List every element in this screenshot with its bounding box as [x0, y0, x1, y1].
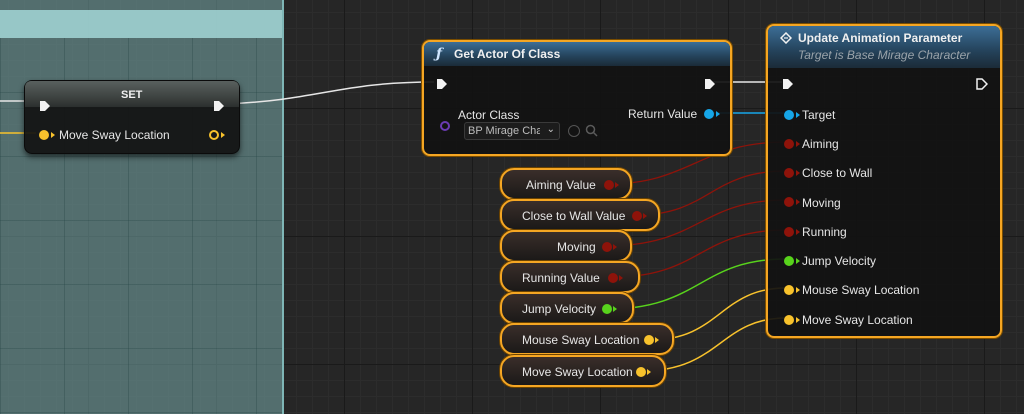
set-vector-in-arrow [51, 132, 55, 138]
var-running-value-label: Running Value [522, 271, 600, 285]
function-f-icon: ƒ [436, 46, 443, 62]
var-close-to-wall-value[interactable]: Close to Wall Value [500, 199, 660, 231]
pin-label-close-to-wall: Close to Wall [802, 166, 873, 180]
var-move-sway-location-arrow [647, 369, 651, 375]
var-mouse-sway-location-arrow [655, 337, 659, 343]
set-vector-out-pin[interactable] [209, 130, 219, 140]
target-pin[interactable] [784, 110, 794, 120]
pin-label-jump-velocity: Jump Velocity [802, 254, 877, 268]
aiming-pin[interactable] [784, 139, 794, 149]
use-selected-icon[interactable] [568, 125, 580, 137]
get-actor-exec-out-pin[interactable] [704, 78, 716, 90]
return-value-pin[interactable] [704, 109, 714, 119]
actor-class-dropdown[interactable]: BP Mirage Char ⌄ [464, 122, 560, 140]
jump-velocity-pin-arrow [796, 258, 800, 264]
actor-class-label: Actor Class [458, 108, 520, 122]
update-exec-in-pin[interactable] [782, 78, 794, 90]
pin-label-mouse-sway-location: Mouse Sway Location [802, 283, 920, 297]
var-jump-velocity-pin[interactable] [602, 304, 612, 314]
aiming-pin-arrow [796, 141, 800, 147]
var-aiming-value[interactable]: Aiming Value [500, 168, 632, 200]
var-moving-arrow [613, 244, 617, 250]
set-vector-in-pin[interactable] [39, 130, 49, 140]
target-pin-arrow [796, 112, 800, 118]
close-to-wall-pin-arrow [796, 170, 800, 176]
var-moving-label: Moving [557, 240, 596, 254]
exec-wire-set-to-get [225, 81, 435, 105]
var-mouse-sway-location-label: Mouse Sway Location [522, 333, 640, 347]
set-pin-label: Move Sway Location [59, 128, 170, 142]
var-aiming-value-label: Aiming Value [526, 178, 596, 192]
actor-class-value: BP Mirage Char [468, 125, 540, 137]
var-moving-pin[interactable] [602, 242, 612, 252]
running-pin[interactable] [784, 227, 794, 237]
var-aiming-value-arrow [615, 182, 619, 188]
return-value-arrow [716, 111, 720, 117]
get-actor-of-class-node[interactable]: ƒ Get Actor Of Class Actor Class BP Mira… [422, 40, 732, 156]
update-node-title: Update Animation Parameter [798, 31, 963, 45]
pin-label-running: Running [802, 225, 847, 239]
close-to-wall-pin[interactable] [784, 168, 794, 178]
update-exec-out-pin[interactable] [976, 78, 988, 90]
var-close-to-wall-value-pin[interactable] [632, 211, 642, 221]
moving-pin[interactable] [784, 197, 794, 207]
set-vector-out-arrow [221, 132, 225, 138]
mouse-sway-location-pin-arrow [796, 287, 800, 293]
chevron-down-icon: ⌄ [546, 124, 555, 135]
var-move-sway-location[interactable]: Move Sway Location [500, 355, 666, 387]
actor-class-pin[interactable] [440, 121, 450, 131]
jump-velocity-pin[interactable] [784, 256, 794, 266]
var-close-to-wall-value-label: Close to Wall Value [522, 209, 626, 223]
move-sway-location-pin[interactable] [784, 315, 794, 325]
return-value-label: Return Value [628, 107, 698, 121]
set-exec-out-pin[interactable] [213, 100, 225, 112]
set-node[interactable]: SET Move Sway Location [24, 80, 240, 154]
var-jump-velocity[interactable]: Jump Velocity [500, 292, 634, 324]
var-mouse-sway-location[interactable]: Mouse Sway Location [500, 323, 674, 355]
get-actor-exec-in-pin[interactable] [436, 78, 448, 90]
get-actor-node-title: Get Actor Of Class [454, 47, 561, 61]
var-jump-velocity-arrow [613, 306, 617, 312]
var-move-sway-location-pin[interactable] [636, 367, 646, 377]
browse-search-icon[interactable] [585, 124, 598, 137]
var-running-value-pin[interactable] [608, 273, 618, 283]
set-node-title: SET [121, 89, 143, 101]
pin-label-moving: Moving [802, 196, 841, 210]
pin-label-aiming: Aiming [802, 137, 839, 151]
update-animation-parameter-node[interactable]: Update Animation Parameter Target is Bas… [766, 24, 1002, 338]
pin-label-target: Target [802, 108, 836, 122]
var-jump-velocity-label: Jump Velocity [522, 302, 597, 316]
var-running-value[interactable]: Running Value [500, 261, 640, 293]
mouse-sway-location-pin[interactable] [784, 285, 794, 295]
update-node-subtitle: Target is Base Mirage Character [798, 48, 971, 62]
bool-wire-running [613, 229, 787, 278]
set-exec-in-pin[interactable] [39, 100, 51, 112]
var-aiming-value-pin[interactable] [604, 180, 614, 190]
moving-pin-arrow [796, 199, 800, 205]
diamond-message-icon [780, 32, 792, 44]
var-close-to-wall-value-arrow [643, 213, 647, 219]
var-moving[interactable]: Moving [500, 230, 632, 262]
pin-label-move-sway-location: Move Sway Location [802, 313, 913, 327]
var-move-sway-location-label: Move Sway Location [522, 365, 633, 379]
var-running-value-arrow [619, 275, 623, 281]
var-mouse-sway-location-pin[interactable] [644, 335, 654, 345]
move-sway-location-pin-arrow [796, 317, 800, 323]
running-pin-arrow [796, 229, 800, 235]
